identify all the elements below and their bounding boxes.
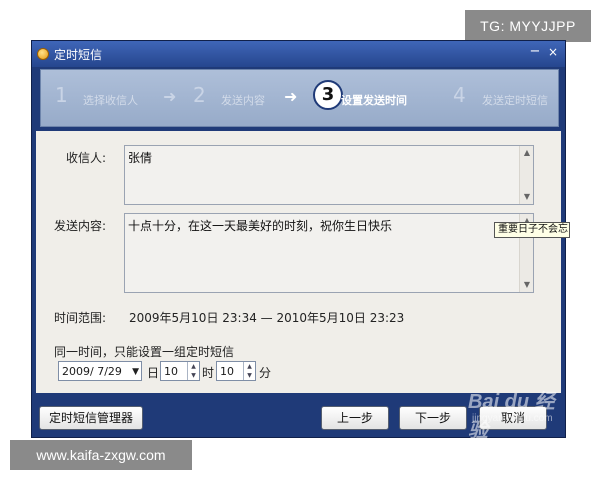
schedule-note: 同一时间，只能设置一组定时短信: [54, 345, 235, 359]
date-picker[interactable]: 2009/ 7/29 ▼: [58, 361, 142, 381]
spin-down-icon[interactable]: ▼: [244, 371, 255, 380]
minute-unit: 分: [259, 366, 272, 380]
content-label: 发送内容:: [54, 219, 107, 233]
arrow-right-icon: ➜: [163, 87, 177, 106]
sms-manager-button[interactable]: 定时短信管理器: [39, 406, 143, 430]
button-bar: 定时短信管理器 上一步 下一步 取消: [36, 397, 561, 433]
hour-unit: 时: [202, 366, 215, 380]
cancel-button[interactable]: 取消: [479, 406, 547, 430]
minute-spinner[interactable]: ▲ ▼: [243, 362, 255, 380]
step-3-label: 设置发送时间: [341, 94, 407, 107]
chevron-down-icon[interactable]: ▼: [132, 367, 139, 377]
window-title: 定时短信: [54, 48, 103, 62]
tooltip: 重要日子不会忘: [494, 222, 570, 238]
recipient-value: 张倩: [128, 151, 153, 165]
time-range-value: 2009年5月10日 23:34 — 2010年5月10日 23:23: [129, 311, 405, 325]
title-bar: 定时短信 − ×: [32, 41, 565, 67]
hour-stepper[interactable]: 10 ▲ ▼: [160, 361, 200, 381]
content-value: 十点十分，在这一天最美好的时刻，祝你生日快乐: [128, 219, 393, 233]
app-icon: [37, 48, 49, 60]
step-4-number: 4: [453, 83, 466, 107]
scroll-up-icon[interactable]: ▲: [520, 146, 534, 160]
minimize-button[interactable]: −: [527, 44, 543, 60]
step-3-number: 3: [313, 80, 343, 110]
spin-up-icon[interactable]: ▲: [188, 362, 199, 371]
step-1-label: 选择收信人: [83, 94, 138, 107]
spin-down-icon[interactable]: ▼: [188, 371, 199, 380]
close-button[interactable]: ×: [545, 44, 561, 60]
recipient-label: 收信人:: [66, 151, 107, 165]
minute-value: 10: [220, 365, 234, 378]
step-2-number: 2: [193, 83, 206, 107]
recipient-field[interactable]: 张倩 ▲ ▼: [124, 145, 534, 205]
step-1-number: 1: [55, 83, 68, 107]
spin-up-icon[interactable]: ▲: [244, 362, 255, 371]
hour-value: 10: [164, 365, 178, 378]
time-range-label: 时间范围:: [54, 311, 107, 325]
step-4-label: 发送定时短信: [482, 94, 548, 107]
previous-button[interactable]: 上一步: [321, 406, 389, 430]
step-indicator: 1 选择收信人 ➜ 2 发送内容 ➜ 3 设置发送时间 4 发送定时短信: [40, 69, 559, 127]
scheduled-sms-dialog: 定时短信 − × 1 选择收信人 ➜ 2 发送内容 ➜ 3 设置发送时间 4 发…: [31, 40, 566, 438]
date-value: 2009/ 7/29: [62, 365, 122, 378]
arrow-right-icon: ➜: [284, 87, 298, 106]
step-2-label: 发送内容: [221, 94, 265, 107]
scroll-down-icon[interactable]: ▼: [520, 190, 534, 204]
site-url-tag: www.kaifa-zxgw.com: [10, 440, 192, 470]
scroll-down-icon[interactable]: ▼: [520, 278, 534, 292]
day-unit: 日: [147, 366, 160, 380]
form-panel: 收信人: 张倩 ▲ ▼ 发送内容: 十点十分，在这一天最美好的时刻，祝你生日快乐…: [36, 131, 561, 393]
minute-stepper[interactable]: 10 ▲ ▼: [216, 361, 256, 381]
content-field[interactable]: 十点十分，在这一天最美好的时刻，祝你生日快乐 ▲ ▼: [124, 213, 534, 293]
tg-overlay-tag: TG: MYYJJPP: [465, 10, 591, 42]
recipient-scrollbar[interactable]: ▲ ▼: [519, 146, 533, 204]
next-button[interactable]: 下一步: [399, 406, 467, 430]
hour-spinner[interactable]: ▲ ▼: [187, 362, 199, 380]
